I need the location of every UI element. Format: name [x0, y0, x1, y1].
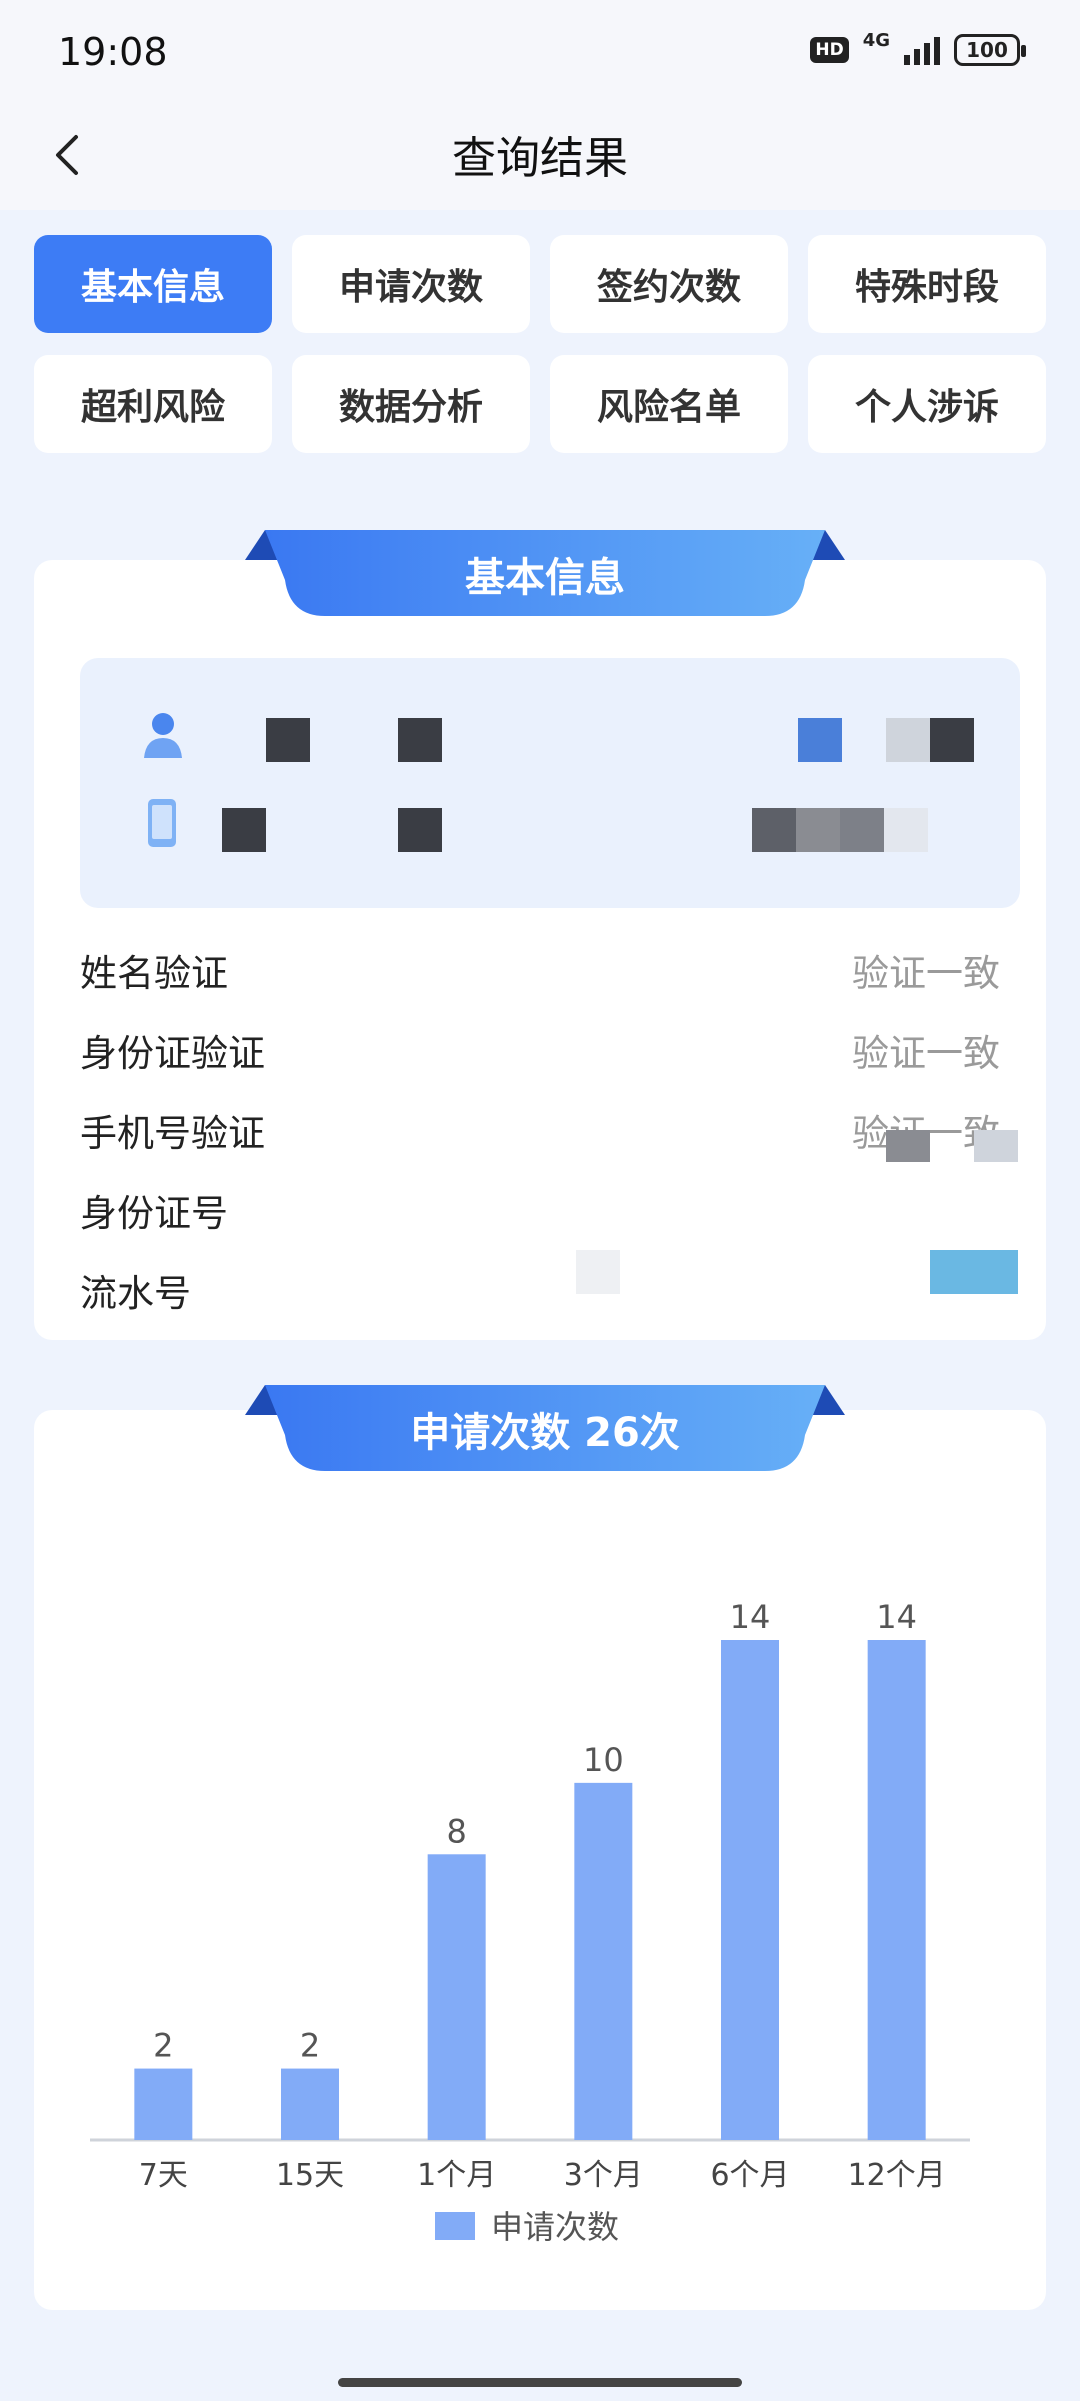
status-time: 19:08: [58, 30, 168, 74]
name-verification-row: 姓名验证 验证一致: [80, 940, 1000, 1000]
id-number-label: 身份证号: [80, 1192, 228, 1235]
network-type-label: 4G: [862, 29, 890, 51]
masked-phone: [796, 808, 840, 852]
bar-chart-svg: 2 7天 2 15天 8 1个月 10 3个月 14 6个月 14 12个月申请次数: [90, 1598, 970, 2246]
profile-summary: [80, 658, 1020, 908]
signal-icon: [904, 35, 940, 65]
tab-excess-risk[interactable]: 超利风险: [34, 355, 272, 453]
x-tick-label-5: 12个月: [848, 2158, 946, 2193]
battery-level: 100: [966, 38, 1008, 62]
masked-serial: [576, 1250, 620, 1294]
masked-overlay: [886, 1130, 930, 1162]
serial-number-label: 流水号: [80, 1272, 191, 1315]
app-header: 查询结果: [0, 100, 1080, 210]
bar-1: [281, 2068, 339, 2140]
masked-serial: [930, 1250, 1018, 1294]
bar-value-label-3: 10: [583, 1741, 624, 1779]
application-count-title: 申请次数 26次: [410, 1410, 680, 1456]
battery-icon: 100: [954, 34, 1026, 66]
basic-info-ribbon: 基本信息: [245, 530, 845, 618]
person-icon: [144, 713, 182, 758]
masked-overlay: [974, 1130, 1018, 1162]
tab-special-period[interactable]: 特殊时段: [808, 235, 1046, 333]
masked-phone: [398, 808, 442, 852]
id-verification-label: 身份证验证: [80, 1032, 265, 1075]
bar-value-label-4: 14: [730, 1598, 771, 1636]
legend-label: 申请次数: [491, 2208, 619, 2246]
masked-name: [398, 718, 442, 762]
tab-risk-list[interactable]: 风险名单: [550, 355, 788, 453]
phone-verification-label: 手机号验证: [80, 1112, 265, 1155]
name-verification-label: 姓名验证: [80, 952, 228, 995]
tab-contract-count[interactable]: 签约次数: [550, 235, 788, 333]
serial-number-row: 流水号: [80, 1260, 1000, 1320]
id-verification-value: 验证一致: [852, 1032, 1000, 1075]
basic-info-title: 基本信息: [465, 555, 625, 601]
x-tick-label-2: 1个月: [417, 2158, 496, 2193]
masked-id: [798, 718, 842, 762]
status-icons: HD 4G 100: [810, 30, 1026, 66]
tab-personal-litigation[interactable]: 个人涉诉: [808, 355, 1046, 453]
masked-phone: [884, 808, 928, 852]
x-tick-label-3: 3个月: [564, 2158, 643, 2193]
legend-swatch: [435, 2212, 475, 2240]
masked-name: [266, 718, 310, 762]
masked-phone: [752, 808, 796, 852]
name-verification-value: 验证一致: [852, 952, 1000, 995]
x-tick-label-0: 7天: [139, 2158, 188, 2193]
bar-0: [134, 2068, 193, 2140]
masked-id: [930, 718, 974, 762]
id-number-row: 身份证号: [80, 1180, 1000, 1240]
home-indicator[interactable]: [338, 2378, 742, 2387]
x-tick-label-1: 15天: [276, 2158, 344, 2193]
phone-verification-row: 手机号验证 验证一致: [80, 1100, 1000, 1160]
hd-icon: HD: [810, 37, 849, 63]
page-title: 查询结果: [452, 133, 628, 184]
masked-phone: [222, 808, 266, 852]
application-count-ribbon: 申请次数 26次: [245, 1385, 845, 1473]
bar-value-label-5: 14: [876, 1598, 917, 1636]
masked-phone: [840, 808, 884, 852]
tab-basic-info[interactable]: 基本信息: [34, 235, 272, 333]
application-count-chart: 2 7天 2 15天 8 1个月 10 3个月 14 6个月 14 12个月申请次数: [60, 1550, 1000, 2270]
tab-data-analysis[interactable]: 数据分析: [292, 355, 530, 453]
bar-2: [427, 1854, 486, 2140]
bar-5: [867, 1640, 926, 2140]
id-verification-row: 身份证验证 验证一致: [80, 1020, 1000, 1080]
bar-value-label-2: 8: [446, 1812, 466, 1850]
phone-icon: [148, 799, 176, 847]
tab-application-count[interactable]: 申请次数: [292, 235, 530, 333]
bar-value-label-1: 2: [300, 2027, 320, 2065]
category-tabs: 基本信息 申请次数 签约次数 特殊时段 超利风险 数据分析 风险名单 个人涉诉: [34, 235, 1046, 453]
bar-value-label-0: 2: [153, 2027, 173, 2065]
x-tick-label-4: 6个月: [710, 2158, 789, 2193]
status-bar: 19:08 HD 4G 100: [0, 0, 1080, 100]
bar-4: [721, 1640, 779, 2140]
masked-id: [886, 718, 930, 762]
bar-3: [574, 1782, 633, 2140]
